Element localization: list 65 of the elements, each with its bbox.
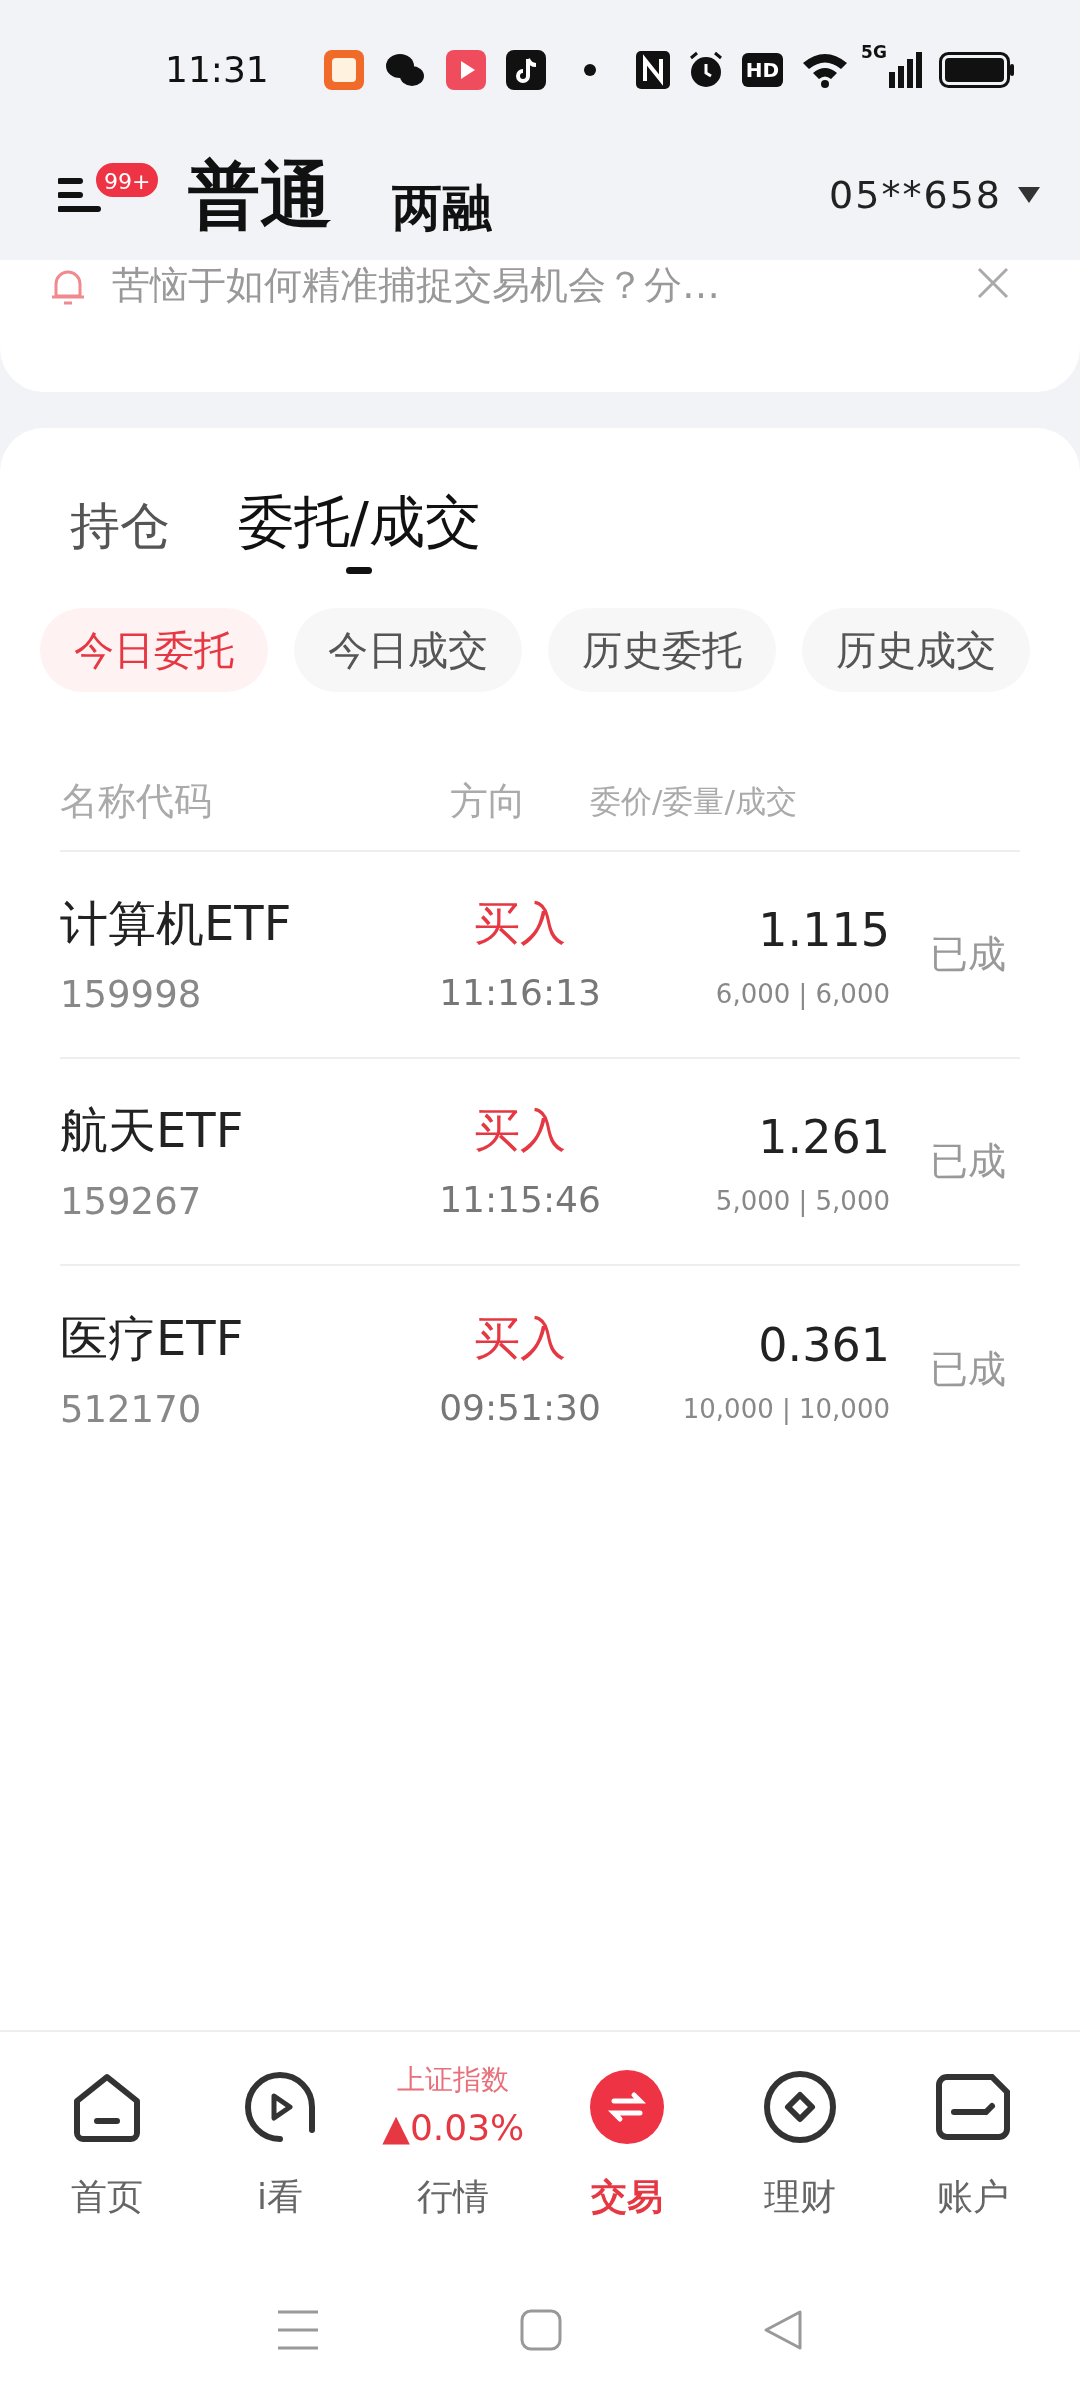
order-status: 已成 — [930, 931, 1006, 978]
index-name: 上证指数 — [397, 2062, 510, 2098]
shopping-app-icon — [323, 50, 364, 90]
notification-dot-icon — [583, 64, 596, 76]
filter-chip[interactable]: 今日成交 — [294, 608, 522, 692]
nav-tab[interactable]: 交易 — [540, 2052, 714, 2260]
menu-icon[interactable] — [276, 2309, 320, 2351]
notification-badge: 99+ — [94, 161, 161, 199]
order-side: 买入 — [474, 895, 566, 952]
fund-name: 医疗ETF — [60, 1308, 245, 1368]
play-icon — [243, 2070, 317, 2144]
order-side: 买入 — [474, 1102, 566, 1159]
column-header: 委价/委量/成交 — [590, 781, 798, 821]
order-time: 11:15:46 — [439, 1178, 601, 1222]
folder-icon — [936, 2074, 1011, 2140]
alarm-icon — [687, 51, 724, 89]
back-icon[interactable] — [762, 2309, 804, 2351]
account-selector[interactable]: 05**658 — [829, 166, 1040, 224]
order-side: 买入 — [474, 1310, 566, 1367]
order-status: 已成 — [930, 1138, 1006, 1185]
music-app-icon — [505, 50, 546, 90]
order-time: 09:51:30 — [439, 1386, 601, 1430]
order-price: 0.361 — [758, 1316, 890, 1374]
fund-code: 159267 — [60, 1178, 203, 1225]
account-type-tab[interactable]: 两融 — [392, 170, 492, 246]
nav-tab[interactable]: 账户 — [886, 2052, 1060, 2260]
fund-name: 航天ETF — [60, 1100, 245, 1160]
filter-chip[interactable]: 今日委托 — [40, 608, 268, 692]
order-price: 1.115 — [758, 901, 890, 959]
status-time: 11:31 — [165, 48, 269, 92]
column-header: 方向 — [450, 777, 527, 825]
signal-icon — [888, 52, 923, 88]
home-icon[interactable] — [520, 2309, 562, 2351]
section-tab[interactable]: 委托/成交 — [238, 480, 481, 574]
order-quantity: 5,000 | 5,000 — [715, 1184, 890, 1219]
filter-chip[interactable]: 历史成交 — [802, 608, 1030, 692]
nav-tab[interactable]: i看 — [193, 2052, 367, 2260]
column-header: 名称代码 — [60, 777, 213, 825]
hd-badge: HD — [741, 53, 784, 87]
exchange-arrows-icon — [589, 2070, 664, 2144]
nav-tab[interactable]: 首页 — [20, 2052, 194, 2260]
network-label: 5G — [861, 44, 887, 61]
order-time: 11:16:13 — [439, 971, 601, 1015]
order-quantity: 10,000 | 10,000 — [682, 1392, 890, 1427]
account-type-tab[interactable]: 普通 — [188, 141, 332, 249]
account-number: 05**658 — [829, 171, 1002, 219]
section-tab[interactable]: 持仓 — [70, 489, 170, 574]
filter-chip[interactable]: 历史委托 — [548, 608, 776, 692]
fund-code: 512170 — [60, 1386, 203, 1433]
wifi-icon — [801, 51, 850, 89]
fund-name: 计算机ETF — [60, 893, 293, 953]
nav-tab[interactable]: 上证指数 ▲0.03% 行情 — [366, 2052, 540, 2260]
notice-text: 苦恼于如何精准捕捉交易机会？分… — [112, 262, 721, 309]
nav-tab[interactable]: 理财 — [713, 2052, 887, 2260]
close-icon[interactable] — [976, 266, 1010, 300]
fund-code: 159998 — [60, 971, 203, 1018]
battery-icon — [938, 52, 1015, 88]
dropdown-caret-icon — [1018, 187, 1040, 203]
order-quantity: 6,000 | 6,000 — [715, 977, 890, 1012]
order-price: 1.261 — [758, 1108, 890, 1166]
nfc-icon — [635, 51, 670, 89]
diamond-circle-icon — [762, 2070, 837, 2144]
video-app-icon — [445, 50, 486, 90]
index-change: ▲0.03% — [382, 2106, 525, 2150]
order-status: 已成 — [930, 1346, 1006, 1393]
